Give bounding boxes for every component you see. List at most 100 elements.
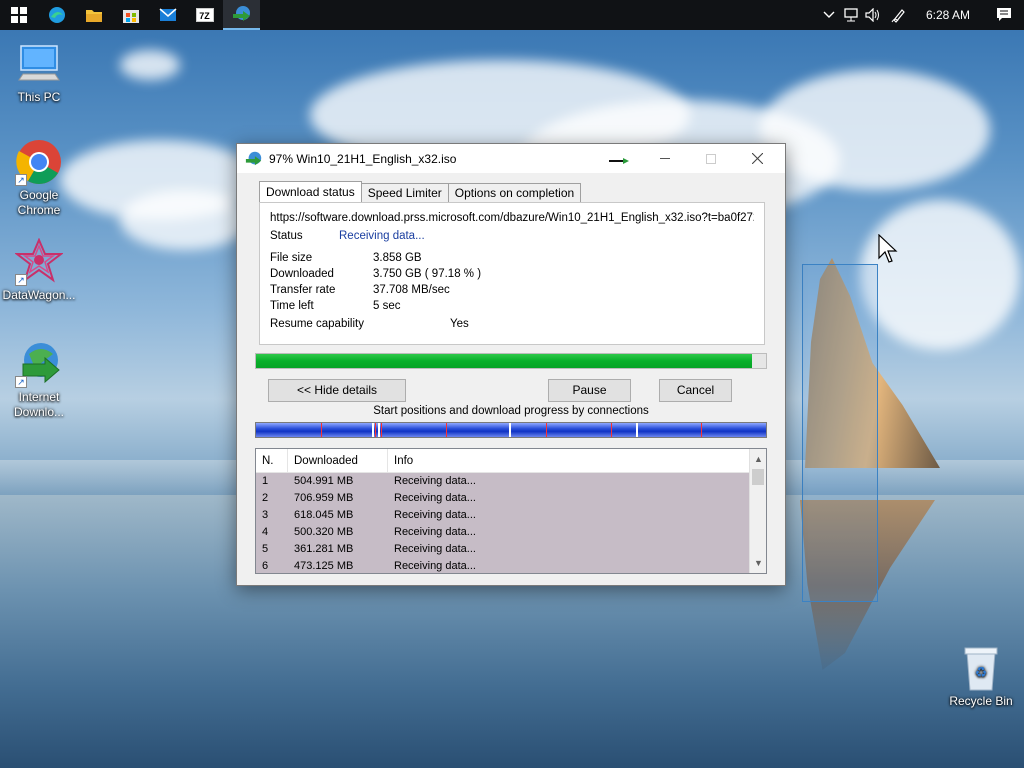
connection-info: Receiving data...	[394, 560, 476, 572]
svg-text:♻: ♻	[975, 665, 988, 681]
connection-row[interactable]: 2 706.959 MB Receiving data...	[256, 490, 749, 507]
taskbar-7zip-button[interactable]: 7Z	[186, 0, 223, 30]
window-title: 97% Win10_21H1_English_x32.iso	[269, 151, 457, 166]
maximize-button[interactable]	[688, 144, 734, 173]
windows-logo-icon	[11, 7, 27, 23]
connection-downloaded: 361.281 MB	[294, 543, 354, 555]
column-header-info[interactable]: Info	[388, 449, 749, 472]
download-arrow-icon	[609, 158, 629, 164]
connection-row[interactable]: 6 473.125 MB Receiving data...	[256, 558, 749, 573]
connection-number: 4	[262, 526, 269, 538]
desktop-icon-google-chrome[interactable]: ↗ Google Chrome	[0, 138, 78, 218]
computer-icon	[15, 40, 63, 88]
connection-row[interactable]: 4 500.320 MB Receiving data...	[256, 524, 749, 541]
connections-list-header: N. Downloaded Info	[256, 449, 766, 473]
transfer-rate-label: Transfer rate	[270, 284, 336, 296]
shortcut-arrow-icon: ↗	[15, 376, 27, 388]
taskbar-file-explorer-button[interactable]	[75, 0, 112, 30]
tab-download-status[interactable]: Download status	[259, 181, 362, 202]
desktop-selection-rectangle	[802, 264, 878, 602]
connection-info: Receiving data...	[394, 526, 476, 538]
downloaded-label: Downloaded	[270, 268, 334, 280]
taskbar-clock[interactable]: 6:28 AM	[914, 8, 984, 22]
idm-icon	[232, 6, 250, 21]
connection-number: 2	[262, 492, 269, 504]
scroll-up-arrow-icon[interactable]: ▲	[750, 451, 766, 467]
volume-icon[interactable]	[862, 0, 884, 30]
download-url: https://software.download.prss.microsoft…	[270, 212, 754, 224]
recycle-bin-icon: ♻	[957, 644, 1005, 692]
store-icon	[122, 10, 139, 23]
connection-info: Receiving data...	[394, 543, 476, 555]
desktop-icon-this-pc[interactable]: This PC	[0, 40, 78, 105]
connection-number: 5	[262, 543, 269, 555]
mail-icon	[159, 8, 176, 21]
taskbar-edge-button[interactable]	[38, 0, 75, 30]
taskbar-mail-button[interactable]	[149, 0, 186, 30]
download-progress-bar	[255, 353, 767, 369]
connection-downloaded: 706.959 MB	[294, 492, 354, 504]
tab-options-on-completion[interactable]: Options on completion	[447, 183, 582, 202]
shortcut-arrow-icon: ↗	[15, 274, 27, 286]
close-button[interactable]	[734, 144, 780, 173]
connection-downloaded: 500.320 MB	[294, 526, 354, 538]
downloaded-value: 3.750 GB ( 97.18 % )	[373, 268, 482, 280]
connection-info: Receiving data...	[394, 492, 476, 504]
pause-button[interactable]: Pause	[548, 379, 631, 402]
connection-downloaded: 618.045 MB	[294, 509, 354, 521]
start-button[interactable]	[0, 0, 38, 30]
connection-row[interactable]: 1 504.991 MB Receiving data...	[256, 473, 749, 490]
status-label: Status	[270, 230, 303, 242]
network-icon[interactable]	[840, 0, 862, 30]
connection-info: Receiving data...	[394, 509, 476, 521]
action-center-icon[interactable]	[984, 0, 1024, 30]
file-size-label: File size	[270, 252, 313, 264]
mouse-cursor-icon	[878, 234, 898, 263]
taskbar-idm-button[interactable]	[223, 0, 260, 30]
connections-caption: Start positions and download progress by…	[373, 405, 649, 417]
download-status-panel: https://software.download.prss.microsoft…	[259, 202, 765, 345]
connection-info: Receiving data...	[394, 475, 476, 487]
file-size-value: 3.858 GB	[373, 252, 422, 264]
pen-ink-workspace-icon[interactable]	[884, 0, 914, 30]
scroll-down-arrow-icon[interactable]: ▼	[750, 555, 766, 571]
desktop-icon-internet-download-manager[interactable]: ↗ Internet Downlo...	[0, 340, 78, 420]
connection-downloaded: 504.991 MB	[294, 475, 354, 487]
resume-capability-label: Resume capability	[270, 318, 364, 330]
tab-speed-limiter[interactable]: Speed Limiter	[360, 183, 449, 202]
connection-number: 6	[262, 560, 269, 572]
connection-row[interactable]: 5 361.281 MB Receiving data...	[256, 541, 749, 558]
show-hidden-icons-chevron-icon[interactable]	[818, 0, 840, 30]
connection-number: 3	[262, 509, 269, 521]
connections-list-body: 1 504.991 MB Receiving data... 2 706.959 MB R…	[256, 473, 749, 573]
resume-capability-value: Yes	[450, 318, 469, 330]
idm-icon: ↗	[15, 340, 63, 388]
desktop-icon-datawagon[interactable]: ↗ DataWagon...	[0, 237, 78, 303]
tab-strip: Download status Speed Limiter Options on…	[259, 181, 582, 203]
desktop-icon-label: Internet Downlo...	[13, 390, 65, 419]
idm-download-window: 97% Win10_21H1_English_x32.iso Download …	[236, 143, 786, 586]
cancel-button[interactable]: Cancel	[659, 379, 732, 402]
shortcut-arrow-icon: ↗	[15, 174, 27, 186]
desktop-icon-label: This PC	[17, 90, 61, 104]
7zip-icon: 7Z	[195, 8, 214, 22]
window-titlebar[interactable]: 97% Win10_21H1_English_x32.iso	[237, 144, 785, 173]
desktop-icon-label: Google Chrome	[17, 188, 61, 217]
minimize-icon	[660, 158, 670, 159]
minimize-button[interactable]	[642, 144, 688, 173]
connections-progress-bar	[255, 422, 767, 438]
transfer-rate-value: 37.708 MB/sec	[373, 284, 450, 296]
connection-number: 1	[262, 475, 269, 487]
desktop-icon-recycle-bin[interactable]: ♻ Recycle Bin	[938, 644, 1024, 709]
desktop-icon-label: DataWagon...	[2, 288, 76, 302]
connections-list-scrollbar[interactable]: ▲ ▼	[749, 449, 766, 573]
column-header-n[interactable]: N.	[256, 449, 288, 472]
column-header-downloaded[interactable]: Downloaded	[288, 449, 388, 472]
taskbar-store-button[interactable]	[112, 0, 149, 30]
edge-icon	[48, 7, 65, 23]
connection-row[interactable]: 3 618.045 MB Receiving data...	[256, 507, 749, 524]
hide-details-button[interactable]: << Hide details	[268, 379, 406, 402]
scroll-thumb[interactable]	[752, 469, 764, 485]
time-left-value: 5 sec	[373, 300, 401, 312]
download-progress-fill	[256, 354, 752, 368]
